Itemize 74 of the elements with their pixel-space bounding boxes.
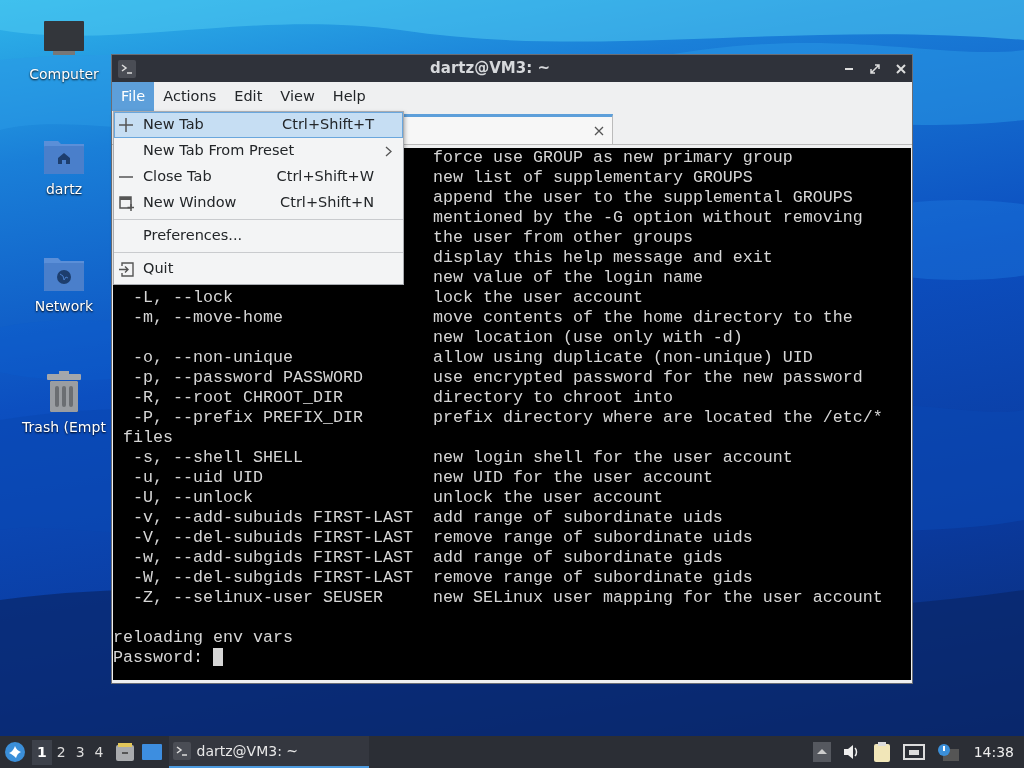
option-text: -u, --uid UID xyxy=(133,468,263,487)
close-icon[interactable] xyxy=(594,125,604,136)
workspace-button[interactable]: 4 xyxy=(89,739,109,765)
terminal-line: reloading env vars xyxy=(113,628,293,648)
clock[interactable]: 14:38 xyxy=(973,741,1014,763)
description-text: remove range of subordinate gids xyxy=(433,568,753,588)
description-text: the user from other groups xyxy=(433,228,693,248)
option-text: -w, --add-subgids FIRST-LAST xyxy=(133,548,413,567)
option-text: -v, --add-subuids FIRST-LAST xyxy=(133,508,413,527)
description-text: allow using duplicate (non-unique) UID xyxy=(433,348,813,368)
workspace-button[interactable]: 3 xyxy=(70,739,90,765)
menu-item[interactable]: Edit xyxy=(225,82,272,111)
desktop-icon[interactable] xyxy=(140,743,163,761)
start-menu-icon[interactable] xyxy=(4,741,26,763)
option-text: -Z, --selinux-user SEUSER xyxy=(133,588,383,607)
option-text: -s, --shell SHELL xyxy=(133,448,303,467)
description-text: display this help message and exit xyxy=(433,248,773,268)
option-text: -U, --unlock xyxy=(133,488,253,507)
description-text: new list of supplementary GROUPS xyxy=(433,168,753,188)
description-text: new SELinux user mapping for the user account xyxy=(433,588,883,608)
terminal-line: files xyxy=(122,428,173,448)
description-text: force use GROUP as new primary group xyxy=(433,148,793,168)
description-text: new value of the login name xyxy=(433,268,703,288)
menu-item[interactable]: Close Tab Ctrl+Shift+W xyxy=(114,164,403,190)
option-text: -V, --del-subuids FIRST-LAST xyxy=(133,528,413,547)
menu-item[interactable]: View xyxy=(271,82,324,111)
option-text: -W, --del-subgids FIRST-LAST xyxy=(133,568,413,587)
password-prompt: Password: xyxy=(113,648,203,668)
description-text: new UID for the user account xyxy=(433,468,713,488)
terminal-icon xyxy=(118,59,136,78)
menu-item[interactable]: Quit xyxy=(114,256,403,282)
plus-icon xyxy=(119,118,133,132)
option-text: -o, --non-unique xyxy=(133,348,293,367)
window-title: dartz@VM3: ~ xyxy=(429,58,551,80)
description-text: mentioned by the -G option without removing xyxy=(433,208,863,228)
description-text: use encrypted password for the new password xyxy=(433,368,863,388)
network-icon[interactable] xyxy=(902,743,925,761)
text-cursor xyxy=(212,648,223,666)
description-text: move contents of the home directory to the xyxy=(433,308,853,328)
workspace-button[interactable]: 2 xyxy=(51,739,71,765)
option-text: -L, --lock xyxy=(133,288,233,307)
icon-label[interactable]: Network xyxy=(34,296,94,317)
maximize-icon[interactable] xyxy=(870,63,880,74)
workspace-button[interactable]: 1 xyxy=(32,739,52,765)
file-cabinet-icon[interactable] xyxy=(114,742,135,762)
menu-item[interactable]: New Tab Ctrl+Shift+T xyxy=(114,112,403,138)
icon-label[interactable]: Trash (Empt xyxy=(22,417,106,438)
description-text: append the user to the supplemental GROUPS xyxy=(433,188,853,208)
terminal-icon xyxy=(172,742,191,760)
description-text: new location (use only with -d) xyxy=(433,328,743,348)
description-text: directory to chroot into xyxy=(433,388,673,408)
menu-item[interactable]: Actions xyxy=(154,82,226,111)
menu-item[interactable]: Preferences... xyxy=(114,223,403,249)
option-text: -R, --root CHROOT_DIR xyxy=(133,388,343,407)
description-text: new login shell for the user account xyxy=(433,448,793,468)
icon-label[interactable]: dartz xyxy=(45,179,83,200)
option-text: -p, --password PASSWORD xyxy=(133,368,363,387)
update-notice-icon[interactable] xyxy=(936,743,959,761)
description-text: remove range of subordinate uids xyxy=(433,528,753,548)
exit-icon xyxy=(119,261,134,277)
option-text: -m, --move-home xyxy=(133,308,283,327)
menu-item[interactable]: Help xyxy=(323,82,375,111)
description-text: lock the user account xyxy=(433,288,643,308)
taskbar-task[interactable]: dartz@VM3: ~ xyxy=(168,736,369,768)
description-text: prefix directory where are located the /etc/* xyxy=(433,408,883,428)
description-text: add range of subordinate uids xyxy=(433,508,723,528)
clipboard-icon[interactable] xyxy=(872,741,891,763)
menu-item[interactable]: New Window Ctrl+Shift+N xyxy=(114,190,403,216)
option-text: -P, --prefix PREFIX_DIR xyxy=(133,408,363,427)
description-text: unlock the user account xyxy=(433,488,663,508)
trash-icon[interactable] xyxy=(46,371,82,413)
menu-item[interactable]: New Tab From Preset xyxy=(114,138,403,164)
description-text: add range of subordinate gids xyxy=(433,548,723,568)
new-window-icon xyxy=(119,195,134,211)
